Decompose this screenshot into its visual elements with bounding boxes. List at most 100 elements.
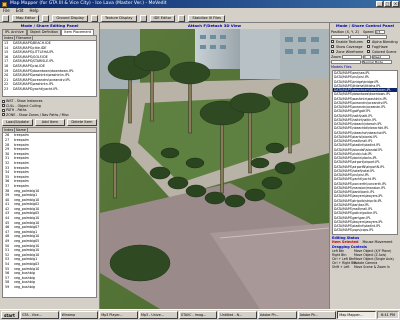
taskbar-item[interactable]: GTA - Vice... — [20, 311, 59, 319]
checkbox-icon[interactable] — [331, 40, 334, 43]
row-label: DATA\MAPS\LITTLEHA.IPL — [13, 50, 55, 55]
row-label: DATA\MAPS\cops\cops.IPL — [334, 228, 374, 233]
col-filename[interactable]: Filename — [15, 36, 34, 40]
row-label: veg_palmbig1 — [14, 193, 38, 198]
file-row[interactable]: 23 DATA\MAPS\yacht\yacht.IPL — [3, 87, 96, 92]
taskbar-item[interactable]: Map Mapper... — [337, 311, 377, 319]
right-panel: Mode / Shore Control Panel Position (X, … — [329, 23, 400, 309]
tab-item-placement[interactable]: Item Placement — [61, 29, 94, 35]
add-item-button[interactable]: Add Item — [34, 119, 65, 127]
mode-dropdown[interactable]: Weed — [371, 54, 390, 59]
zoom-value[interactable]: 0 — [362, 54, 371, 59]
taskbar-item[interactable]: Untitled - N... — [218, 311, 258, 319]
row-label: veg_palmbig10 — [14, 220, 40, 225]
ide-editor-button[interactable]: IDE Editor — [149, 15, 176, 22]
checkbox-icon[interactable] — [331, 45, 334, 48]
tab-object-definition[interactable]: Object Definition — [26, 29, 62, 35]
scene-title: Attach F/Detach 3D View — [100, 23, 329, 29]
delete-item-button[interactable]: Delete Item — [66, 119, 98, 127]
row-label: treepalm — [14, 151, 29, 156]
row-label: DATA\MAPS\yacht\yacht.IPL — [13, 86, 59, 91]
scene-view[interactable]: Attach F/Detach 3D View — [100, 23, 329, 309]
row-label: veg_palmbig1 — [14, 257, 38, 262]
checkbox-icon[interactable] — [331, 50, 334, 53]
col-obj-name[interactable]: Name — [15, 128, 29, 133]
stabilize-button[interactable]: Stabilize III Files — [188, 15, 226, 22]
zoom-slider[interactable] — [341, 54, 362, 59]
speed-field[interactable]: 0.5 — [374, 29, 385, 34]
col-index[interactable]: Index — [3, 36, 15, 40]
load-update-button[interactable]: Load/Update — [2, 119, 33, 127]
row-label: veg_bushbig — [14, 280, 35, 285]
movement-option[interactable]: Mouse Movement — [362, 240, 392, 244]
row-label: treepalm — [14, 147, 29, 152]
models-list-label: Models Files — [331, 64, 352, 69]
texture-display-button[interactable]: Texture Display — [100, 15, 137, 22]
start-button[interactable]: start — [1, 311, 19, 319]
checkbox-icon — [2, 104, 5, 108]
close-button[interactable]: × — [392, 1, 399, 7]
item-buttons: Load/Update Add Item Delete Item — [2, 119, 98, 127]
speed-label: Speed — [362, 29, 374, 34]
row-label: veg_palmbig05 — [14, 239, 40, 244]
row-label: treepalm — [14, 165, 29, 170]
drag-action: Move Scene & Zoom In — [354, 265, 390, 270]
position-label: Position (X, Y, Z) — [331, 29, 359, 34]
zoom-row: Zoom 0 Weed — [330, 54, 400, 59]
model-row[interactable]: DATA\MAPS\cops\cops.IPL — [333, 228, 397, 232]
row-label: veg_palmbig10 — [14, 188, 40, 193]
row-label: veg_palmbig05 — [14, 211, 40, 216]
taskbar-item[interactable]: Mp3 Player... — [99, 311, 139, 319]
checkbox-icon — [2, 99, 5, 103]
maximize-button[interactable]: □ — [384, 1, 391, 7]
taskbar-item[interactable]: Mp3 - Unive... — [139, 311, 178, 319]
object-list[interactable]: Index Name 26 treepalm 27 treepalm 28 treepal… — [2, 127, 97, 299]
models-list[interactable]: DATA\MAPS\sea\sea.IPL DATA\MAPS\cisl\cisl… — [332, 70, 398, 235]
checkbox-icon[interactable] — [367, 45, 370, 48]
view-row: Normal Mode — [330, 59, 400, 64]
row-label: veg_palmbig03 — [14, 262, 40, 266]
row-label: veg_palmbig10 — [14, 252, 40, 257]
stabilize-icon[interactable] — [178, 15, 186, 22]
file-list[interactable]: Index Filename 13 DATA\MAPS\BEACH.IDE 14 DA… — [2, 35, 97, 97]
view-mode-dropdown[interactable]: Normal Mode — [362, 59, 392, 64]
ide-icon[interactable] — [139, 15, 147, 22]
drag-control-row: Shift + Left Move Scene & Zoom In — [332, 265, 398, 269]
pos-y-field[interactable] — [350, 34, 368, 39]
drag-key: Shift + Left — [332, 265, 350, 270]
view-field[interactable] — [331, 59, 361, 64]
display-options: INST - Show Instances CULL - Object Cull… — [2, 99, 97, 117]
window-title: Map Mapper (for GTA III & Vice City) - I… — [10, 1, 167, 6]
row-label: veg_palmbig07 — [14, 225, 40, 230]
status-area: Editing Status Item Selected Mouse Movem… — [332, 236, 398, 269]
col-obj-index[interactable]: Index — [3, 128, 15, 133]
minimize-button[interactable]: _ — [376, 1, 383, 7]
taskbar-item[interactable]: GTAVC - Imag... — [178, 311, 218, 319]
checkbox-icon[interactable] — [367, 50, 370, 53]
ground-icon[interactable] — [42, 15, 50, 22]
taskbar-item[interactable]: Adobe Ph... — [297, 311, 337, 319]
texture-icon[interactable] — [90, 15, 98, 22]
map-icon[interactable] — [2, 15, 9, 22]
row-label: DATA\MAPS\washintn.IPL — [13, 82, 54, 87]
taskbar-item[interactable]: Winamp — [59, 311, 99, 319]
option-zone[interactable]: ZONE - Show Zones / Nav Paths / Misc — [2, 113, 97, 118]
row-label: treepalm — [14, 174, 29, 179]
row-label: DATA\MAPS\citie.IDE — [13, 45, 47, 50]
taskbar-item[interactable]: Adobe Ph... — [258, 311, 297, 319]
pos-z-field[interactable] — [369, 34, 387, 39]
pos-x-field[interactable] — [331, 34, 349, 39]
row-label: veg_palmbig10 — [14, 248, 40, 253]
map-editor-button[interactable]: Map Editor — [12, 15, 40, 22]
taskbar: start GTA - Vice... Winamp Mp3 Player... Mp… — [0, 309, 400, 320]
row-label: veg_palmbig02 — [14, 202, 40, 207]
object-row[interactable]: 59 veg_bushbig — [3, 285, 96, 290]
tab-ipl-archive[interactable]: IPL Archive — [2, 29, 27, 35]
checkbox-icon[interactable] — [367, 40, 370, 43]
row-label: veg_palmbig1 — [14, 229, 38, 234]
ground-display-button[interactable]: Ground Display — [52, 15, 88, 22]
title-bar: Map Mapper (for GTA III & Vice City) - I… — [0, 0, 400, 8]
row-label: treepalm — [14, 133, 29, 138]
row-label: veg_palmbig10 — [14, 206, 40, 211]
row-label: veg_palmbig10 — [14, 197, 40, 202]
